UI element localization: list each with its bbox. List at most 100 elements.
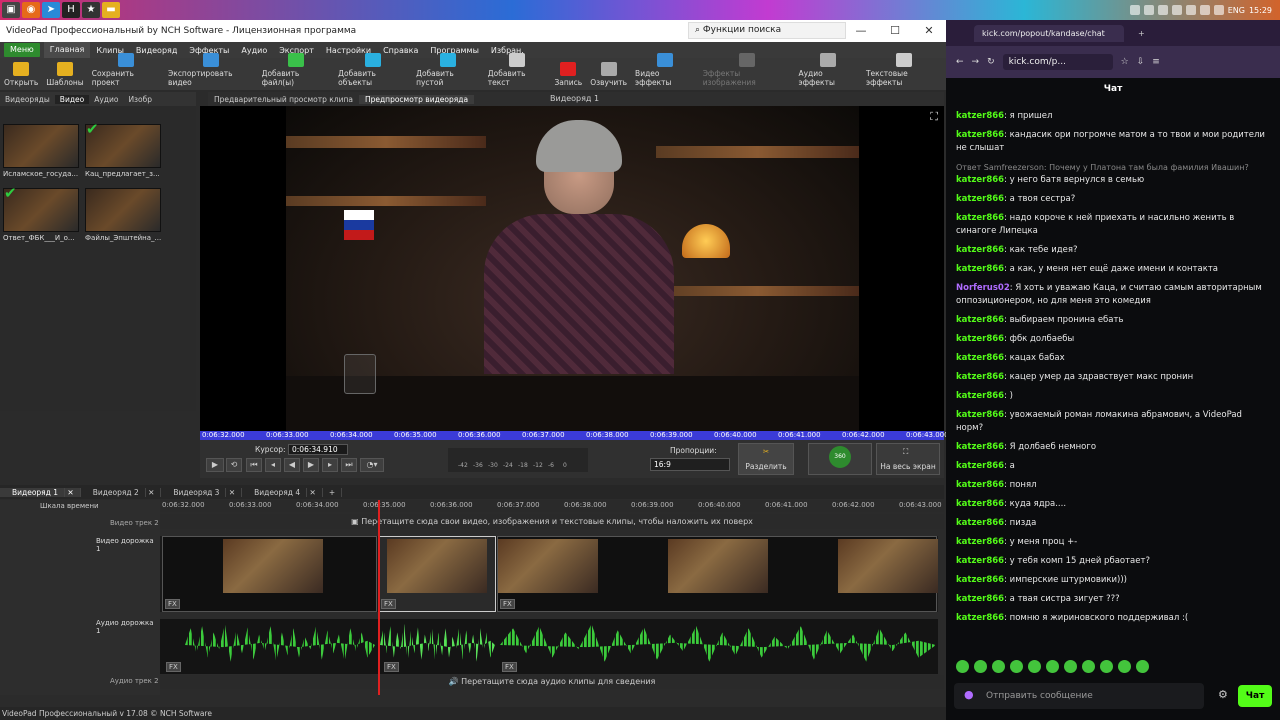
timeline-ruler[interactable]: 0:06:32.000 0:06:33.000 0:06:34.000 0:06:35… <box>160 500 944 512</box>
menu-button[interactable]: Меню <box>4 43 40 57</box>
tab-sequence-1[interactable]: Видеоряд 1 ✕ <box>0 487 81 497</box>
video-clip[interactable]: FX <box>162 536 377 612</box>
toolbar-button[interactable]: Добавить пустой <box>412 53 484 90</box>
video-clip-selected[interactable]: FX <box>378 536 496 612</box>
emote-icon[interactable] <box>1118 660 1131 673</box>
chat-username[interactable]: katzer866 <box>956 264 1004 274</box>
play-button[interactable]: ▶ <box>206 458 224 472</box>
emote-icon[interactable] <box>1064 660 1077 673</box>
fullscreen-button[interactable]: ⛶ На весь экран <box>876 443 940 475</box>
new-tab-button[interactable]: + <box>1138 29 1145 38</box>
wifi-icon[interactable] <box>1199 5 1210 15</box>
emote-icon[interactable] <box>1046 660 1059 673</box>
emote-icon[interactable] <box>1082 660 1095 673</box>
emote-icon[interactable] <box>1136 660 1149 673</box>
app-icon[interactable]: ▣ <box>2 2 20 18</box>
tab-sequence-2[interactable]: Видеоряд 2 ✕ <box>81 487 162 497</box>
toolbar-button[interactable]: Видео эффекты <box>631 53 699 90</box>
download-icon[interactable]: ⇩ <box>1137 57 1145 67</box>
video-preview[interactable]: ⛶ <box>200 106 944 431</box>
emote-icon[interactable] <box>956 660 969 673</box>
toolbar-button[interactable]: Сохранить проект <box>88 53 164 90</box>
fx-button[interactable]: FX <box>166 662 181 672</box>
chat-username[interactable]: katzer866 <box>956 315 1004 325</box>
expand-icon[interactable]: ⛶ <box>930 110 938 124</box>
tab-sequence-4[interactable]: Видеоряд 4 ✕ <box>242 487 323 497</box>
video-track-1[interactable]: FX FX FX <box>160 536 938 612</box>
send-chat-button[interactable]: Чат <box>1238 685 1272 707</box>
prev-frame-button[interactable]: ◂ <box>265 458 281 472</box>
step-forward-button[interactable]: ▶ <box>303 458 319 472</box>
clip-thumbnail[interactable] <box>3 124 79 168</box>
chat-username[interactable]: katzer866 <box>956 130 1004 140</box>
360-button[interactable]: 360 <box>808 443 872 475</box>
playhead[interactable] <box>378 500 380 695</box>
mic-icon[interactable]: ● <box>964 688 974 701</box>
mic-icon[interactable] <box>1129 5 1140 15</box>
emote-icon[interactable] <box>992 660 1005 673</box>
clip-thumbnail[interactable] <box>85 188 161 232</box>
video-track-2-dropzone[interactable]: ▣ Перетащите сюда свои видео, изображени… <box>160 514 944 529</box>
chat-username[interactable]: katzer866 <box>956 391 1004 401</box>
chat-username[interactable]: katzer866 <box>956 334 1004 344</box>
maximize-button[interactable]: ☐ <box>878 20 912 42</box>
chat-username[interactable]: katzer866 <box>956 594 1004 604</box>
tab-sequence-preview[interactable]: Предпросмотр видеоряда <box>358 94 475 104</box>
fx-button[interactable]: FX <box>500 599 515 609</box>
toolbar-button[interactable]: Запись <box>550 62 586 90</box>
timeline-scale-label[interactable]: Шкала времени <box>40 502 99 510</box>
firefox-icon[interactable]: ◉ <box>22 2 40 18</box>
split-button[interactable]: ✂ Разделить <box>738 443 794 475</box>
browser-tab[interactable]: kick.com/popout/kandase/chat <box>974 24 1124 42</box>
preview-ruler[interactable]: 0:06:32.000 0:06:33.000 0:06:34.000 0:06:35… <box>200 431 949 440</box>
toolbar-button[interactable]: Экспортировать видео <box>164 53 258 90</box>
tray-icon[interactable] <box>1185 5 1196 15</box>
step-back-button[interactable]: ◀ <box>284 458 300 472</box>
settings-icon[interactable]: ⚙ <box>1218 688 1228 701</box>
speed-button[interactable]: ◔▾ <box>360 458 384 472</box>
chat-username[interactable]: katzer866 <box>956 442 1004 452</box>
go-end-button[interactable]: ⏭ <box>341 458 357 472</box>
tab-sequence-3[interactable]: Видеоряд 3 ✕ <box>161 487 243 497</box>
toolbar-button[interactable]: Добавить файл(ы) <box>258 53 335 90</box>
chat-username[interactable]: katzer866 <box>956 499 1004 509</box>
chat-username[interactable]: katzer866 <box>956 613 1004 623</box>
tab-audio[interactable]: Аудио <box>89 95 123 104</box>
go-start-button[interactable]: ⏮ <box>246 458 262 472</box>
chat-input[interactable]: Отправить сообщение <box>954 683 1204 709</box>
chat-username[interactable]: katzer866 <box>956 245 1004 255</box>
toolbar-button[interactable]: Текстовые эффекты <box>862 53 946 90</box>
chat-username[interactable]: katzer866 <box>956 372 1004 382</box>
tab-clip-preview[interactable]: Предварительный просмотр клипа <box>208 95 359 104</box>
chat-username[interactable]: katzer866 <box>956 111 1004 121</box>
cursor-time-field[interactable]: 0:06:34.910 <box>288 444 348 455</box>
toolbar-button[interactable]: Аудио эффекты <box>794 53 861 90</box>
volume-icon[interactable] <box>1213 5 1224 15</box>
bookmark-icon[interactable]: ☆ <box>1121 57 1129 67</box>
chat-username[interactable]: Norferus02 <box>956 283 1010 293</box>
add-sequence-button[interactable]: + <box>323 487 343 497</box>
fx-button[interactable]: FX <box>502 662 517 672</box>
tray-icon[interactable] <box>1143 5 1154 15</box>
feature-search-input[interactable]: ⌕ Функции поиска <box>688 22 846 39</box>
h-app-icon[interactable]: H <box>62 2 80 18</box>
url-bar[interactable]: kick.com/p... <box>1002 54 1113 70</box>
loop-button[interactable]: ⟲ <box>226 458 242 472</box>
fx-button[interactable]: FX <box>165 599 180 609</box>
telegram-icon[interactable]: ➤ <box>42 2 60 18</box>
star-app-icon[interactable]: ★ <box>82 2 100 18</box>
chat-username[interactable]: katzer866 <box>956 213 1004 223</box>
menu-icon[interactable]: ≡ <box>1152 57 1160 67</box>
chat-username[interactable]: katzer866 <box>956 575 1004 585</box>
tab-images[interactable]: Изобр <box>123 95 157 104</box>
chat-username[interactable]: katzer866 <box>956 556 1004 566</box>
tab-video[interactable]: Видео <box>54 94 90 104</box>
emote-icon[interactable] <box>1010 660 1023 673</box>
tray-icon[interactable] <box>1171 5 1182 15</box>
toolbar-button[interactable]: Открыть <box>0 62 42 90</box>
close-button[interactable]: ✕ <box>912 20 946 42</box>
chat-username[interactable]: katzer866 <box>956 518 1004 528</box>
fx-button[interactable]: FX <box>381 599 396 609</box>
forward-icon[interactable]: → <box>972 57 980 67</box>
toolbar-button[interactable]: Озвучить <box>586 62 631 90</box>
